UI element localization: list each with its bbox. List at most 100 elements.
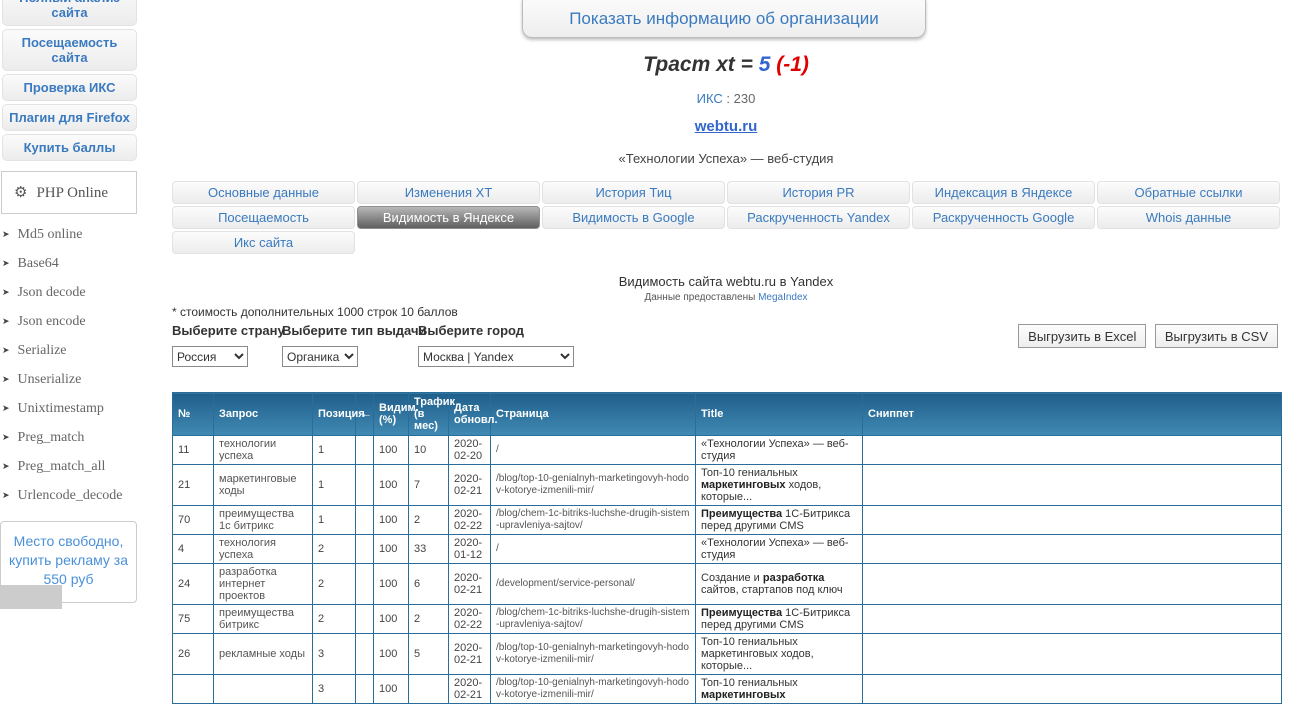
tab-indeksaciya-v-yandekse[interactable]: Индексация в Яндексе	[912, 181, 1095, 204]
right-arrow-icon: ➤	[2, 490, 10, 500]
cell-updated: 2020-02-21	[448, 464, 491, 506]
visibility-table: № Запрос Позиция ← Видим. (%) Трафик (в мес) Д…	[172, 392, 1282, 704]
iks-line: ИКС : 230	[170, 91, 1282, 106]
cell-page: /	[490, 435, 696, 465]
city-select[interactable]: Москва | Yandex	[418, 346, 574, 367]
sidebar-button[interactable]: Проверка ИКС	[2, 74, 137, 101]
tab-vidimost-v-yandekse[interactable]: Видимость в Яндексе	[357, 206, 540, 229]
serp-type-select[interactable]: Органика	[282, 346, 358, 367]
cell-query	[213, 674, 313, 704]
visibility-title: Видимость сайта webtu.ru в Yandex	[618, 274, 834, 289]
cell-visibility: 100	[373, 505, 409, 535]
tab-poseshchaemost[interactable]: Посещаемость	[172, 206, 355, 229]
column-header: Позиция	[312, 392, 365, 436]
megaindex-link[interactable]: MegaIndex	[758, 292, 807, 303]
php-tool-item[interactable]: ➤ Md5 online	[0, 220, 168, 249]
show-org-info-button[interactable]: Показать информацию об организации	[522, 0, 926, 38]
trust-value: 5	[758, 53, 771, 76]
php-tool-label: Json encode	[17, 314, 86, 329]
sidebar: Полный анализ сайта Посещаемость сайта Про…	[0, 0, 168, 510]
domain-line: webtu.ru	[170, 118, 1282, 136]
table-row: 4 технология успеха 2 100 33 2020-01-12/«Техн…	[172, 534, 1282, 564]
php-tool-item[interactable]: ➤ Json encode	[0, 307, 168, 336]
tab-raskruchennost-google[interactable]: Раскрученность Google	[912, 206, 1095, 229]
tab-izmeneniya-xt[interactable]: Изменения XT	[357, 181, 540, 204]
tab-istoriya-pr[interactable]: История PR	[727, 181, 910, 204]
cell-updated: 2020-02-21	[448, 674, 491, 704]
site-title: «Технологии Успеха» — веб-студия	[618, 151, 834, 166]
cell-traffic: 33	[408, 534, 449, 564]
cell-position: 1	[312, 505, 356, 535]
sidebar-button[interactable]: Полный анализ сайта	[2, 0, 137, 26]
cell-title: «Технологии Успеха» — веб-студия	[695, 534, 863, 564]
tab-whois-dannye[interactable]: Whois данные	[1097, 206, 1280, 229]
sidebar-button[interactable]: Купить баллы	[2, 134, 137, 161]
tab-iks-sajta[interactable]: Икс сайта	[172, 231, 355, 254]
cell-query: разработка интернет проектов	[213, 563, 313, 605]
column-header: Видим. (%)	[373, 392, 419, 436]
column-header: Трафик (в мес)	[408, 392, 455, 436]
export-excel-button[interactable]: Выгрузить в Excel	[1018, 324, 1147, 348]
sidebar-buttons: Полный анализ сайта Посещаемость сайта Про…	[0, 0, 168, 161]
cell-snippet	[862, 534, 1282, 564]
php-tool-item[interactable]: ➤ Unixtimestamp	[0, 394, 168, 423]
cell-num: 70	[172, 505, 214, 535]
php-tool-item[interactable]: ➤ Serialize	[0, 336, 168, 365]
cell-snippet	[862, 505, 1282, 535]
cell-query: преимущества 1с битрикс	[213, 505, 313, 535]
export-csv-button[interactable]: Выгрузить в CSV	[1154, 324, 1278, 348]
cell-query: технологии успеха	[213, 435, 313, 465]
table-row: 3 100 2020-02-21/blog/top-10-genialnyh-mar…	[172, 674, 1282, 704]
cell-num: 26	[172, 633, 214, 675]
sidebar-button[interactable]: Посещаемость сайта	[2, 29, 137, 71]
cell-updated: 2020-02-21	[448, 633, 491, 675]
cell-query: технология успеха	[213, 534, 313, 564]
cell-title: Топ-10 гениальных маркетинговых ходов, к…	[695, 633, 863, 675]
table-row: 21 маркетинговые ходы 1 100 7 2020-02-21/blog…	[172, 464, 1282, 506]
cell-snippet	[862, 633, 1282, 675]
tab-obratnye-ssylki[interactable]: Обратные ссылки	[1097, 181, 1280, 204]
bottom-left-gray-block	[0, 585, 62, 609]
cell-page: /	[490, 534, 696, 564]
tab-raskruchennost-yandex[interactable]: Раскрученность Yandex	[727, 206, 910, 229]
sidebar-button[interactable]: Плагин для Firefox	[2, 104, 137, 131]
cell-visibility: 100	[373, 674, 409, 704]
cell-num: 11	[172, 435, 214, 465]
cell-query: маркетинговые ходы	[213, 464, 313, 506]
cell-position: 1	[312, 435, 356, 465]
table-row: 70 преимущества 1с битрикс 1 100 2 2020-02-22…	[172, 505, 1282, 535]
tab-vidimost-v-google[interactable]: Видимость в Google	[542, 206, 725, 229]
cell-title: «Технологии Успеха» — веб-студия	[695, 435, 863, 465]
right-arrow-icon: ➤	[2, 316, 10, 326]
cell-traffic: 2	[408, 505, 449, 535]
serp-type-filter: Выберите тип выдачи Органика	[282, 323, 427, 367]
php-online-widget: ⚙ PHP Online	[1, 171, 137, 214]
php-tool-item[interactable]: ➤ Base64	[0, 249, 168, 278]
php-tool-item[interactable]: ➤ Preg_match_all	[0, 452, 168, 481]
right-arrow-icon: ➤	[2, 287, 10, 297]
right-arrow-icon: ➤	[2, 229, 10, 239]
right-arrow-icon: ➤	[2, 432, 10, 442]
country-select[interactable]: Россия	[172, 346, 248, 367]
cell-title: Создание и разработка сайтов, стартапов …	[695, 563, 863, 605]
cell-arrow	[355, 563, 374, 605]
right-arrow-icon: ➤	[2, 258, 10, 268]
city-filter-label: Выберите город	[418, 323, 525, 338]
tab-istoriya-tic[interactable]: История Тиц	[542, 181, 725, 204]
main-content: Показать информацию об организации Траст…	[170, 0, 1282, 704]
php-tool-item[interactable]: ➤ Urlencode_decode	[0, 481, 168, 510]
iks-value: : 230	[722, 91, 756, 106]
cell-page: /blog/top-10-genialnyh-marketingovyh-hod…	[490, 464, 696, 506]
domain-link[interactable]: webtu.ru	[695, 118, 758, 135]
trust-delta: (-1)	[770, 53, 809, 76]
cell-num: 4	[172, 534, 214, 564]
cell-query: рекламные ходы	[213, 633, 313, 675]
php-tool-item[interactable]: ➤ Unserialize	[0, 365, 168, 394]
cell-page: /blog/top-10-genialnyh-marketingovyh-hod…	[490, 674, 696, 704]
tab-osnovnye-dannye[interactable]: Основные данные	[172, 181, 355, 204]
table-header-row: № Запрос Позиция ← Видим. (%) Трафик (в мес) Д…	[172, 392, 1282, 436]
cell-page: /development/service-personal/	[490, 563, 696, 605]
php-tool-item[interactable]: ➤ Preg_match	[0, 423, 168, 452]
php-tool-item[interactable]: ➤ Json decode	[0, 278, 168, 307]
table-row: 26 рекламные ходы 3 100 5 2020-02-21/blog/top…	[172, 633, 1282, 675]
